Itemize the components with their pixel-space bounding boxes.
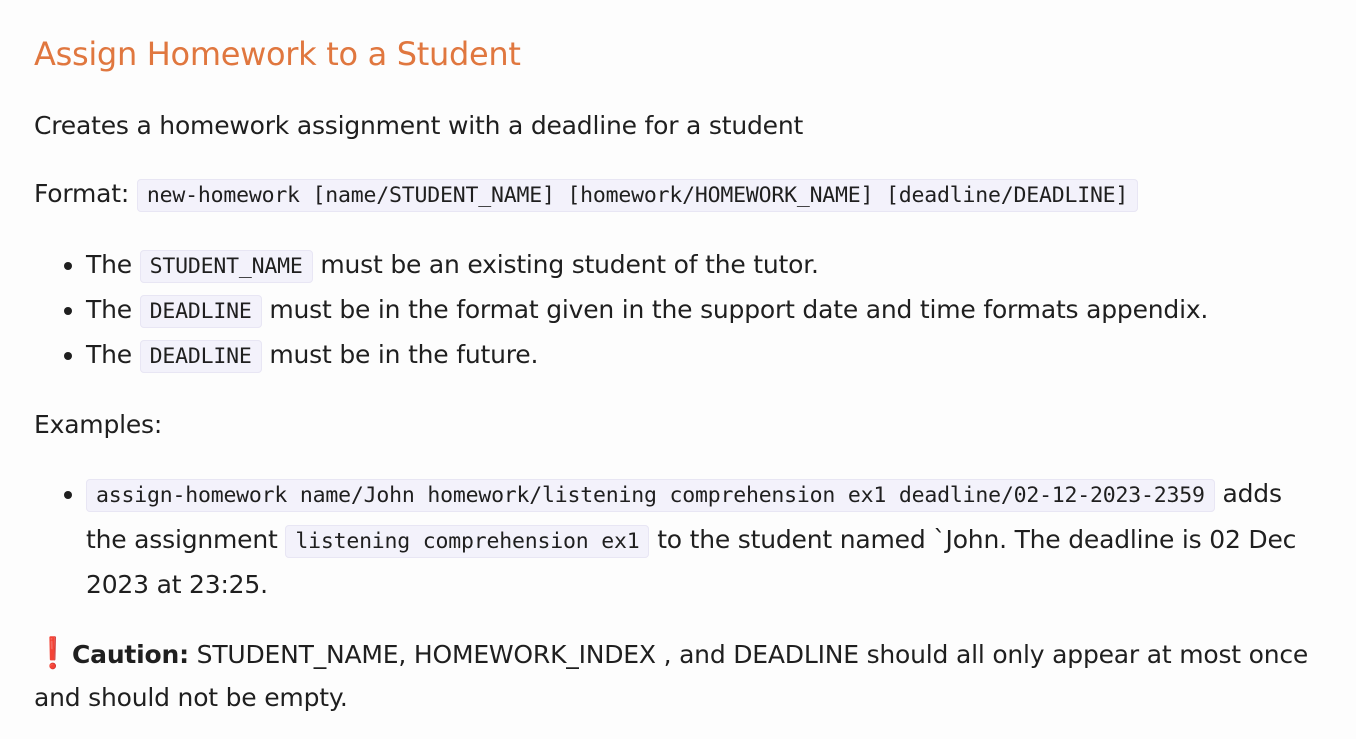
rule-text: must be in the future.	[269, 340, 539, 369]
examples-list: assign-homework name/John homework/liste…	[34, 472, 1322, 607]
caution-note: ❗Caution: STUDENT_NAME, HOMEWORK_INDEX ,…	[34, 632, 1322, 719]
rule-prefix: The	[86, 295, 132, 324]
format-label: Format:	[34, 179, 130, 208]
rule-code: DEADLINE	[139, 295, 262, 328]
rule-code: DEADLINE	[139, 340, 262, 373]
example-assignment-code: listening comprehension ex1	[285, 524, 650, 558]
rule-item: The DEADLINE must be in the future.	[86, 333, 1322, 378]
example-command-code: assign-homework name/John homework/liste…	[86, 479, 1215, 512]
section-heading: Assign Homework to a Student	[34, 35, 521, 73]
rule-item: The DEADLINE must be in the format given…	[86, 288, 1322, 333]
caution-label: Caution:	[72, 639, 189, 669]
rule-text: must be in the format given in the suppo…	[269, 295, 1209, 324]
command-description: Creates a homework assignment with a dea…	[34, 111, 804, 140]
rule-code: STUDENT_NAME	[139, 250, 313, 283]
format-line: Format: new-homework [name/STUDENT_NAME]…	[34, 173, 1322, 217]
caution-text: STUDENT_NAME, HOMEWORK_INDEX , and DEADL…	[34, 639, 1309, 712]
examples-label: Examples:	[34, 410, 163, 439]
exclamation-icon: ❗	[34, 635, 72, 671]
document-page: Assign Homework to a Student Creates a h…	[0, 0, 1356, 739]
rule-text: must be an existing student of the tutor…	[320, 250, 819, 279]
rule-prefix: The	[86, 250, 132, 279]
example-item: assign-homework name/John homework/liste…	[86, 472, 1322, 607]
rule-item: The STUDENT_NAME must be an existing stu…	[86, 243, 1322, 288]
format-code: new-homework [name/STUDENT_NAME] [homewo…	[136, 179, 1139, 212]
rules-list: The STUDENT_NAME must be an existing stu…	[34, 243, 1322, 378]
rule-prefix: The	[86, 340, 132, 369]
